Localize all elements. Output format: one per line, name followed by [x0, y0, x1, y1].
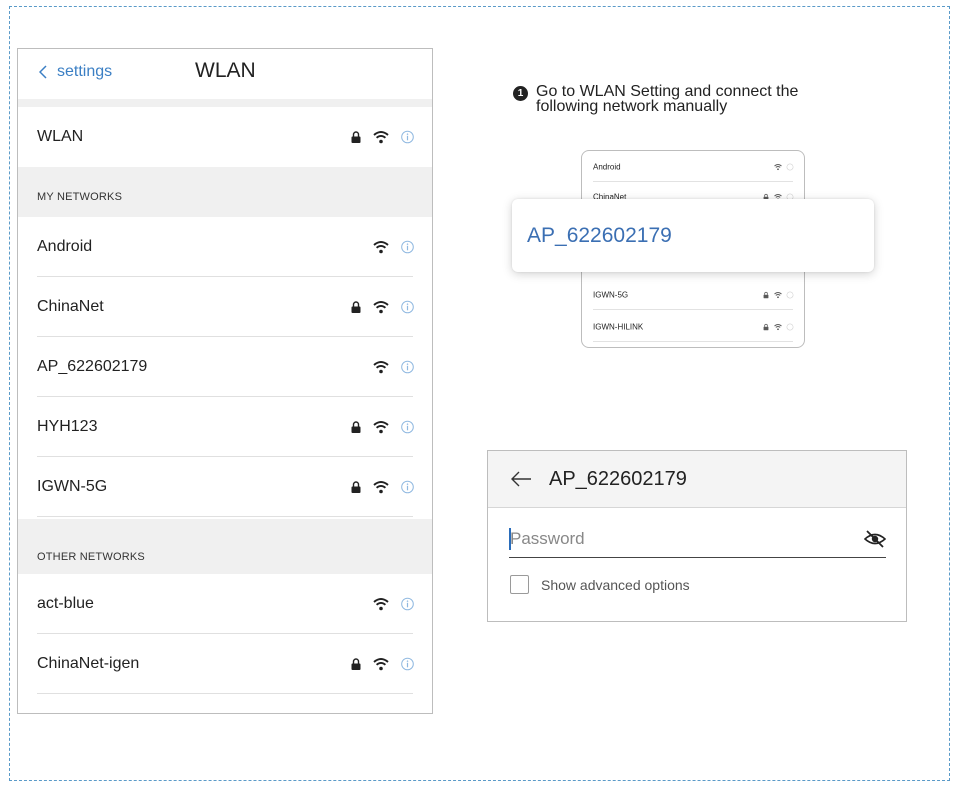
info-icon [786, 292, 794, 299]
lock-icon [351, 131, 361, 144]
lock-icon [351, 658, 361, 671]
highlighted-network-label: AP_622602179 [527, 224, 672, 248]
settings-back-link[interactable]: settings [39, 63, 112, 81]
advanced-options-label: Show advanced options [541, 577, 690, 593]
page-title: WLAN [195, 59, 256, 83]
network-row[interactable]: IGWN-5G [18, 457, 432, 517]
mini-row-icons [774, 164, 794, 171]
network-name: ChinaNet [37, 298, 104, 316]
network-name: Android [37, 238, 92, 256]
wifi-icon [373, 598, 389, 611]
password-placeholder: Password [510, 529, 585, 549]
info-icon [786, 164, 794, 171]
mini-row-icons [762, 292, 794, 299]
eye-off-icon[interactable] [864, 530, 886, 548]
mini-network-row: Android [582, 152, 804, 182]
lock-icon [351, 301, 361, 314]
lock-icon [351, 421, 361, 434]
network-name: IGWN-5G [37, 478, 107, 496]
row-icons [351, 421, 414, 434]
lock-icon [762, 292, 770, 299]
back-link-label: settings [57, 63, 112, 81]
row-icons [351, 658, 414, 671]
network-name: AP_622602179 [37, 358, 147, 376]
lock-icon [762, 324, 770, 331]
info-icon[interactable] [401, 241, 414, 254]
section-gap [18, 99, 432, 107]
info-icon[interactable] [401, 598, 414, 611]
row-icons [373, 361, 414, 374]
step-instruction: 1 Go to WLAN Setting and connect the fol… [513, 84, 856, 114]
wifi-icon [373, 241, 389, 254]
mini-network-name: Android [593, 163, 621, 172]
lock-icon [351, 481, 361, 494]
row-icons [373, 598, 414, 611]
mini-network-name: IGWN-HILINK [593, 323, 643, 332]
row-icons [351, 301, 414, 314]
wifi-icon [774, 292, 782, 299]
row-divider [37, 516, 413, 517]
chevron-left-icon [39, 65, 47, 79]
dialog-header: AP_622602179 [488, 451, 906, 508]
network-row[interactable]: act-blue [18, 574, 432, 634]
info-icon[interactable] [401, 421, 414, 434]
dialog-title: AP_622602179 [549, 468, 687, 491]
password-dialog: AP_622602179 Password Show advanced opti… [487, 450, 907, 622]
row-icons [351, 131, 414, 144]
wifi-icon [373, 421, 389, 434]
info-icon [786, 324, 794, 331]
info-icon[interactable] [401, 131, 414, 144]
other-networks-header: OTHER NETWORKS [37, 551, 145, 563]
back-arrow-icon[interactable] [510, 471, 532, 487]
info-icon[interactable] [401, 481, 414, 494]
wifi-icon [373, 658, 389, 671]
mini-network-row: IGWN-HILINK [582, 312, 804, 342]
wifi-icon [373, 481, 389, 494]
mini-network-row: IGWN-5G [582, 280, 804, 310]
wifi-icon [373, 131, 389, 144]
step-text: Go to WLAN Setting and connect the follo… [536, 84, 856, 114]
network-row[interactable]: ChinaNet [18, 277, 432, 337]
network-name: HYH123 [37, 418, 97, 436]
step-number-badge: 1 [513, 86, 528, 101]
wifi-icon [373, 361, 389, 374]
network-row[interactable]: ChinaNet-igen [18, 634, 432, 694]
my-networks-section: MY NETWORKS [18, 167, 432, 217]
my-networks-header: MY NETWORKS [37, 191, 122, 203]
advanced-options-toggle[interactable]: Show advanced options [510, 575, 690, 594]
network-row[interactable]: HYH123 [18, 397, 432, 457]
wifi-icon [774, 324, 782, 331]
mini-network-name: IGWN-5G [593, 291, 628, 300]
wlan-row-label: WLAN [37, 128, 83, 146]
wlan-settings-panel: settings WLAN WLAN MY NETWORKS Android Ch… [17, 48, 433, 714]
mini-row-icons [762, 324, 794, 331]
highlighted-network-card[interactable]: AP_622602179 [512, 199, 874, 272]
info-icon[interactable] [401, 658, 414, 671]
wlan-toggle-row[interactable]: WLAN [18, 107, 432, 167]
wifi-icon [774, 164, 782, 171]
info-icon[interactable] [401, 361, 414, 374]
password-input[interactable]: Password [509, 526, 886, 558]
row-divider [37, 693, 413, 694]
mini-row-divider [593, 309, 793, 310]
network-name: ChinaNet-igen [37, 655, 139, 673]
phone-header: settings WLAN [18, 49, 432, 99]
network-name: act-blue [37, 595, 94, 613]
mini-row-divider [593, 341, 793, 342]
network-row[interactable]: Android [18, 217, 432, 277]
advanced-options-checkbox[interactable] [510, 575, 529, 594]
info-icon[interactable] [401, 301, 414, 314]
other-networks-section: OTHER NETWORKS [18, 519, 432, 574]
wifi-icon [373, 301, 389, 314]
row-icons [351, 481, 414, 494]
network-row[interactable]: AP_622602179 [18, 337, 432, 397]
row-icons [373, 241, 414, 254]
